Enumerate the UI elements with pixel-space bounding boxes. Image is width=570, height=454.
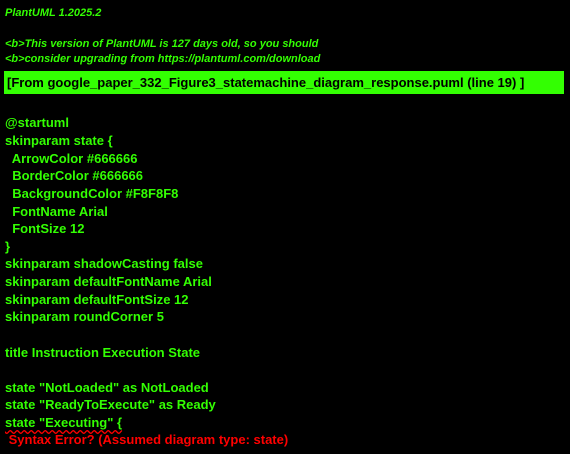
code-line: skinparam roundCorner 5 <box>5 309 164 324</box>
code-line: skinparam state { <box>5 133 113 148</box>
upgrade-notice-line-1: <b>This version of PlantUML is 127 days … <box>5 38 319 50</box>
code-line: skinparam shadowCasting false <box>5 256 203 271</box>
code-line: @startuml <box>5 115 69 130</box>
code-line: ArrowColor #666666 <box>5 151 138 166</box>
code-line: skinparam defaultFontSize 12 <box>5 292 189 307</box>
code-line: state "ReadyToExecute" as Ready <box>5 397 216 412</box>
source-file-header-text: [From google_paper_332_Figure3_statemach… <box>7 75 525 90</box>
version-line: PlantUML 1.2025.2 <box>5 7 102 19</box>
error-code-line: state "Executing" { <box>5 415 123 430</box>
code-line: BackgroundColor #F8F8F8 <box>5 186 179 201</box>
plantuml-error-page: PlantUML 1.2025.2 <b>This version of Pla… <box>0 0 570 454</box>
code-line: BorderColor #666666 <box>5 168 144 183</box>
upgrade-notice-line-2: <b>consider upgrading from https://plant… <box>5 53 321 65</box>
code-line: state "NotLoaded" as NotLoaded <box>5 380 209 395</box>
code-line: FontSize 12 <box>5 221 85 236</box>
code-line: } <box>5 239 11 254</box>
code-line: title Instruction Execution State <box>5 345 201 360</box>
code-line: FontName Arial <box>5 204 108 219</box>
source-file-header: [From google_paper_332_Figure3_statemach… <box>4 71 564 94</box>
syntax-error-message: Syntax Error? (Assumed diagram type: sta… <box>5 432 289 447</box>
code-line: skinparam defaultFontName Arial <box>5 274 212 289</box>
